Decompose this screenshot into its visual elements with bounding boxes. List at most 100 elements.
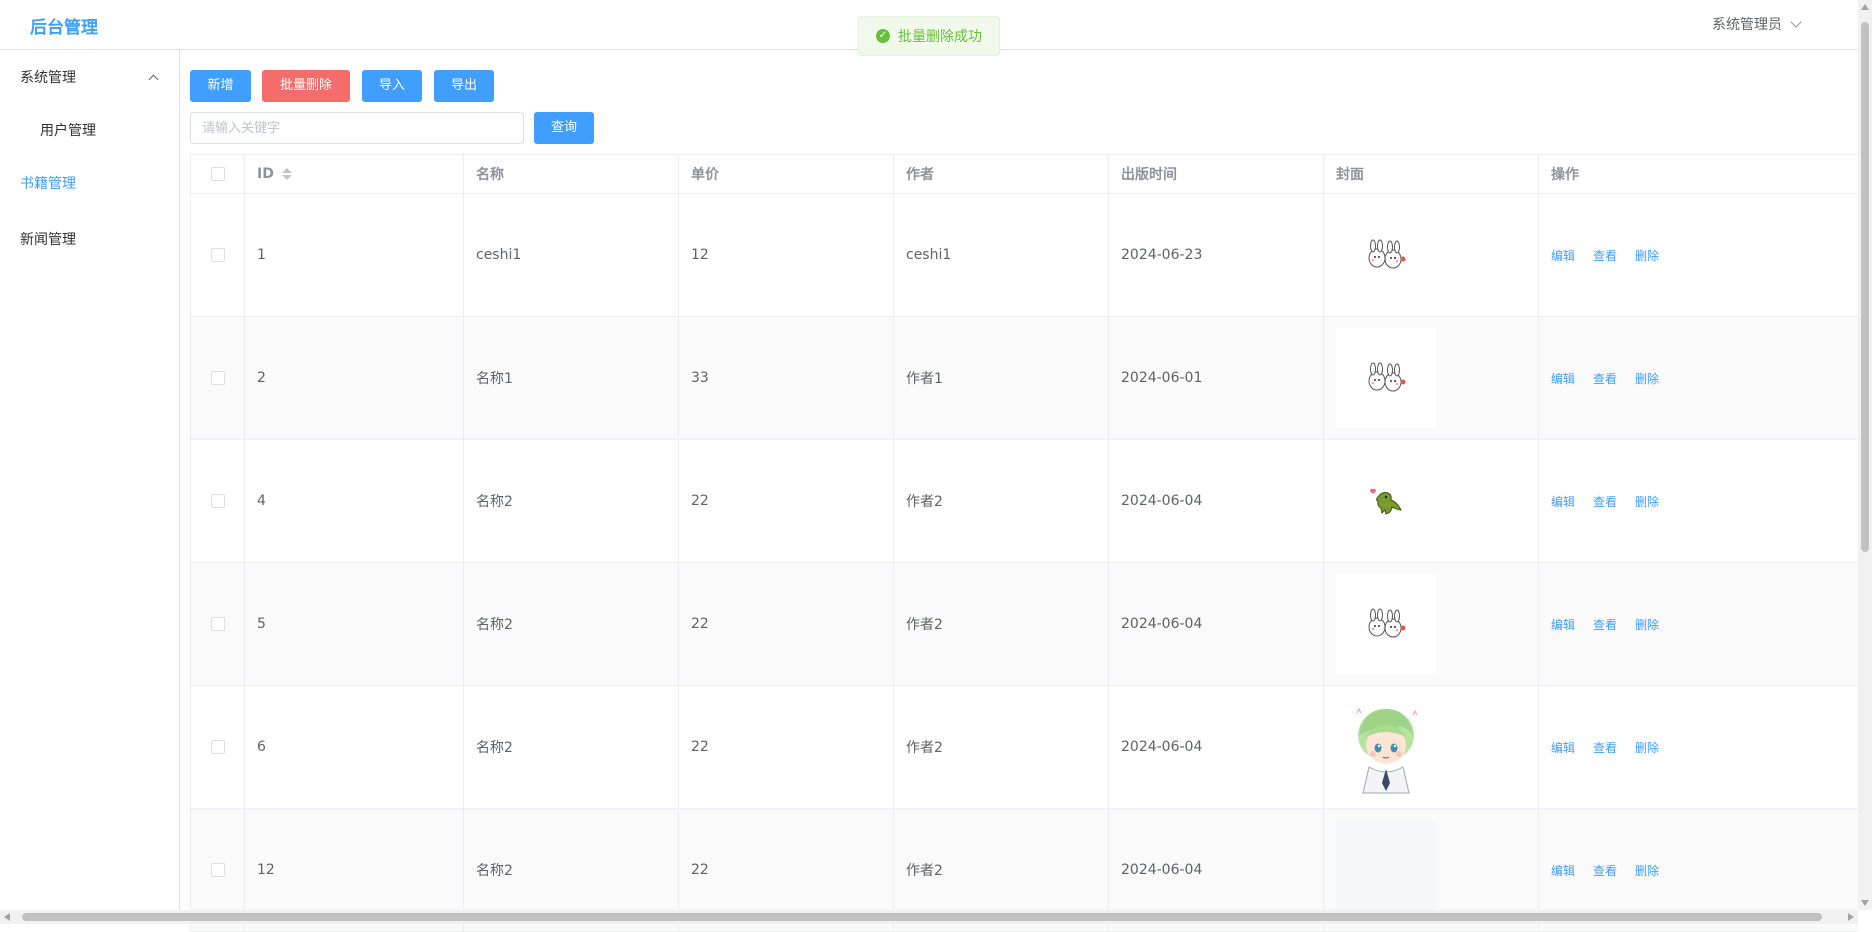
row-checkbox[interactable]: [210, 617, 225, 631]
actions-cell: 编辑 查看 删除: [1539, 317, 1858, 439]
sidebar-item-label: 书籍管理: [20, 176, 76, 192]
toast-message: 批量删除成功: [898, 29, 982, 45]
edit-link[interactable]: 编辑: [1551, 493, 1575, 510]
edit-link[interactable]: 编辑: [1551, 247, 1575, 264]
cover-image[interactable]: [1336, 574, 1436, 674]
cover-image[interactable]: [1336, 451, 1436, 551]
check-circle-icon: ✓: [876, 29, 890, 43]
table-row: 2 名称1 33 作者1 2024-06-01 编辑 查看 删除: [190, 317, 1858, 440]
scroll-right-arrow-icon[interactable]: [1848, 913, 1854, 921]
view-link[interactable]: 查看: [1593, 247, 1617, 264]
view-link[interactable]: 查看: [1593, 493, 1617, 510]
sidebar-item-label: 新闻管理: [20, 232, 76, 248]
cell-author: 作者2: [906, 740, 943, 756]
table-header-row: ID 名称 单价 作者 出版时间 封面 操作: [190, 155, 1858, 194]
price-cell: 22: [679, 563, 894, 685]
edit-link[interactable]: 编辑: [1551, 862, 1575, 879]
export-button[interactable]: 导出: [434, 70, 494, 102]
column-label: 单价: [691, 167, 719, 183]
cell-id: 12: [257, 862, 275, 878]
user-menu[interactable]: 系统管理员: [1712, 14, 1802, 34]
select-cell: [190, 686, 245, 808]
author-cell: 作者2: [894, 563, 1109, 685]
row-checkbox[interactable]: [210, 863, 225, 877]
scroll-down-arrow-icon[interactable]: [1861, 900, 1869, 906]
name-cell: ceshi1: [464, 194, 679, 316]
edit-link[interactable]: 编辑: [1551, 616, 1575, 633]
delete-link[interactable]: 删除: [1635, 862, 1659, 879]
delete-link[interactable]: 删除: [1635, 247, 1659, 264]
date-cell: 2024-06-23: [1109, 194, 1324, 316]
row-checkbox[interactable]: [210, 740, 225, 754]
row-checkbox[interactable]: [210, 371, 225, 385]
view-link[interactable]: 查看: [1593, 739, 1617, 756]
import-button[interactable]: 导入: [362, 70, 422, 102]
column-label: ID: [257, 166, 274, 182]
delete-link[interactable]: 删除: [1635, 616, 1659, 633]
edit-link[interactable]: 编辑: [1551, 370, 1575, 387]
cell-price: 22: [691, 493, 709, 509]
cover-cell: [1324, 317, 1539, 439]
cell-price: 22: [691, 616, 709, 632]
delete-link[interactable]: 删除: [1635, 739, 1659, 756]
cover-image[interactable]: [1336, 328, 1436, 428]
view-link[interactable]: 查看: [1593, 616, 1617, 633]
select-all-checkbox[interactable]: [210, 167, 225, 181]
horizontal-scrollbar[interactable]: [0, 910, 1858, 924]
search-button[interactable]: 查询: [534, 112, 594, 144]
id-cell: 2: [245, 317, 464, 439]
select-cell: [190, 440, 245, 562]
cover-image[interactable]: [1336, 697, 1436, 797]
batch-delete-button[interactable]: 批量删除: [262, 70, 350, 102]
cover-cell: [1324, 440, 1539, 562]
column-label: 封面: [1336, 167, 1364, 183]
cell-id: 2: [257, 370, 266, 386]
author-cell: 作者1: [894, 317, 1109, 439]
header-cover: 封面: [1324, 155, 1539, 193]
scroll-thumb[interactable]: [22, 913, 1822, 921]
app-title: 后台管理: [30, 18, 98, 38]
cell-name: ceshi1: [476, 247, 522, 263]
cover-image[interactable]: [1336, 205, 1436, 305]
name-cell: 名称2: [464, 440, 679, 562]
edit-link[interactable]: 编辑: [1551, 739, 1575, 756]
row-checkbox[interactable]: [210, 494, 225, 508]
cell-id: 6: [257, 739, 266, 755]
header-price: 单价: [679, 155, 894, 193]
cell-name: 名称2: [476, 863, 513, 879]
view-link[interactable]: 查看: [1593, 370, 1617, 387]
scroll-up-arrow-icon[interactable]: [1861, 4, 1869, 10]
scroll-thumb[interactable]: [1861, 22, 1869, 552]
scroll-left-arrow-icon[interactable]: [4, 913, 10, 921]
select-cell: [190, 194, 245, 316]
cell-price: 22: [691, 862, 709, 878]
column-label: 名称: [476, 167, 504, 183]
cover-cell: [1324, 563, 1539, 685]
cell-date: 2024-06-04: [1121, 739, 1203, 755]
cell-id: 4: [257, 493, 266, 509]
delete-link[interactable]: 删除: [1635, 493, 1659, 510]
add-button[interactable]: 新增: [190, 70, 251, 102]
name-cell: 名称2: [464, 563, 679, 685]
sidebar-item-label: 系统管理: [20, 70, 76, 86]
delete-link[interactable]: 删除: [1635, 370, 1659, 387]
sidebar-item-system[interactable]: 系统管理: [0, 53, 179, 103]
cover-image[interactable]: [1336, 820, 1436, 920]
vertical-scrollbar[interactable]: [1858, 0, 1872, 910]
cell-author: 作者2: [906, 617, 943, 633]
cell-price: 33: [691, 370, 709, 386]
header-actions: 操作: [1539, 155, 1858, 193]
date-cell: 2024-06-04: [1109, 563, 1324, 685]
sidebar-item-news[interactable]: 新闻管理: [0, 215, 179, 265]
cell-author: 作者1: [906, 371, 943, 387]
cover-cell: [1324, 194, 1539, 316]
cell-price: 12: [691, 247, 709, 263]
actions-cell: 编辑 查看 删除: [1539, 194, 1858, 316]
row-checkbox[interactable]: [210, 248, 225, 262]
search-input[interactable]: [190, 112, 524, 144]
sort-icon[interactable]: [281, 168, 292, 180]
header-id[interactable]: ID: [245, 155, 464, 193]
sidebar-item-books[interactable]: 书籍管理: [0, 159, 179, 209]
sidebar-item-users[interactable]: 用户管理: [0, 106, 179, 156]
view-link[interactable]: 查看: [1593, 862, 1617, 879]
